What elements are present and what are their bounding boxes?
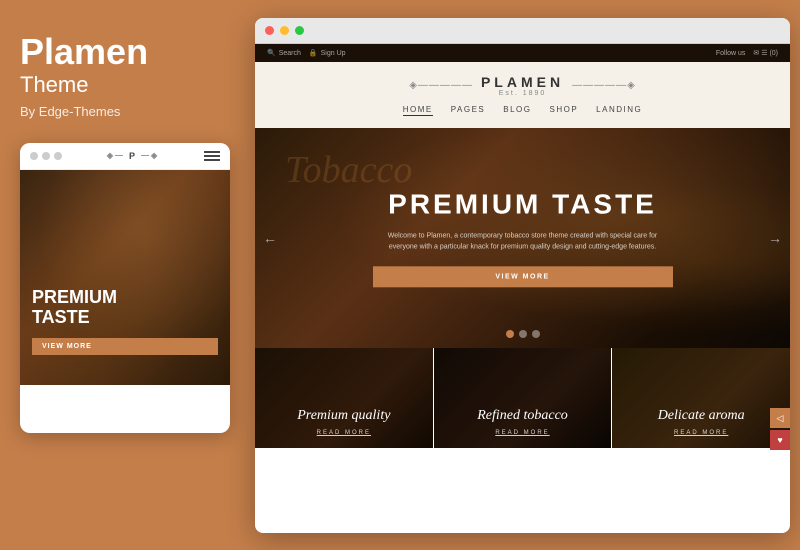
- mobile-preview-card: ◈— P —◈ PREMIUMTASTE VIEW MORE: [20, 143, 230, 433]
- feature-card-1-content: Premium quality READ MORE: [255, 408, 433, 436]
- feature-card-1-title: Premium quality: [255, 408, 433, 424]
- site-logo-deco-right: —————◈: [572, 80, 636, 91]
- nav-item-landing[interactable]: LANDING: [596, 105, 642, 116]
- mobile-logo-deco-right: —◈: [141, 151, 159, 160]
- nav-item-shop[interactable]: SHOP: [549, 105, 578, 116]
- mobile-hero-section: PREMIUMTASTE VIEW MORE: [20, 170, 230, 385]
- mobile-dot-1: [30, 152, 38, 160]
- topbar-search[interactable]: 🔍 Search: [267, 49, 301, 57]
- feature-card-1-link[interactable]: READ MORE: [255, 430, 433, 436]
- side-floating-buttons: ◁ ♥: [770, 408, 790, 450]
- nav-item-blog[interactable]: BLOG: [503, 105, 531, 116]
- mobile-window-dots: [30, 152, 62, 160]
- mobile-hero-content: PREMIUMTASTE VIEW MORE: [32, 288, 218, 355]
- mobile-menu-icon[interactable]: [204, 151, 220, 161]
- mobile-toolbar: ◈— P —◈: [20, 143, 230, 170]
- nav-item-home[interactable]: HOME: [403, 105, 433, 116]
- mobile-dot-2: [42, 152, 50, 160]
- nav-item-pages[interactable]: PAGES: [451, 105, 485, 116]
- browser-close-dot[interactable]: [265, 26, 274, 35]
- feature-card-3-content: Delicate aroma READ MORE: [612, 408, 790, 436]
- feature-card-2-link[interactable]: READ MORE: [434, 430, 612, 436]
- feature-card-3-title: Delicate aroma: [612, 408, 790, 424]
- feature-card-2: Refined tobacco READ MORE: [434, 348, 613, 448]
- feature-card-2-content: Refined tobacco READ MORE: [434, 408, 612, 436]
- site-navigation: HOME PAGES BLOG SHOP LANDING: [403, 105, 642, 116]
- browser-preview: 🔍 Search 🔒 Sign Up Follow us ✉ ☰ (0) ◈——…: [255, 18, 790, 533]
- side-button-orange[interactable]: ◁: [770, 408, 790, 428]
- hero-dot-1[interactable]: [506, 330, 514, 338]
- hero-dot-3[interactable]: [532, 330, 540, 338]
- site-logo-text: PLAMEN Est. 1890: [481, 74, 564, 97]
- site-brand-name: PLAMEN: [481, 74, 564, 90]
- hero-view-more-button[interactable]: VIEW MORE: [373, 267, 673, 288]
- feature-card-3-link[interactable]: READ MORE: [612, 430, 790, 436]
- hero-description: Welcome to Plamen, a contemporary tobacc…: [373, 230, 673, 252]
- feature-card-3: Delicate aroma READ MORE: [612, 348, 790, 448]
- hero-title: PREMIUM TASTE: [373, 188, 673, 220]
- topbar-left: 🔍 Search 🔒 Sign Up: [267, 49, 346, 57]
- mobile-dot-3: [54, 152, 62, 160]
- browser-maximize-dot[interactable]: [295, 26, 304, 35]
- mobile-logo: ◈— P —◈: [107, 151, 159, 161]
- feature-card-2-title: Refined tobacco: [434, 408, 612, 424]
- hero-dot-2[interactable]: [519, 330, 527, 338]
- site-est-label: Est. 1890: [481, 90, 564, 97]
- topbar-signup[interactable]: 🔒 Sign Up: [309, 49, 346, 57]
- feature-cards-section: Premium quality READ MORE Refined tobacc…: [255, 348, 790, 448]
- topbar-follow: Follow us: [716, 50, 746, 57]
- hero-slide-dots: [506, 330, 540, 338]
- browser-minimize-dot[interactable]: [280, 26, 289, 35]
- site-hero-section: Tobacco PREMIUM TASTE Welcome to Plamen,…: [255, 128, 790, 348]
- mobile-logo-deco-left: ◈—: [107, 151, 125, 160]
- theme-subtitle: Theme: [20, 72, 228, 98]
- side-button-red[interactable]: ♥: [770, 430, 790, 450]
- topbar-icons: ✉ ☰ (0): [753, 49, 778, 57]
- site-topbar: 🔍 Search 🔒 Sign Up Follow us ✉ ☰ (0): [255, 44, 790, 62]
- site-logo-deco-left: ◈—————: [409, 80, 473, 91]
- mobile-hero-title: PREMIUMTASTE: [32, 288, 218, 328]
- left-panel: Plamen Theme By Edge-Themes ◈— P —◈ PREM…: [0, 0, 248, 550]
- theme-author: By Edge-Themes: [20, 104, 228, 119]
- site-header: ◈————— PLAMEN Est. 1890 —————◈ HOME PAGE…: [255, 62, 790, 128]
- mobile-view-more-button[interactable]: VIEW MORE: [32, 338, 218, 355]
- browser-chrome: [255, 18, 790, 44]
- mobile-logo-text: P: [129, 151, 137, 161]
- site-logo-area: ◈————— PLAMEN Est. 1890 —————◈: [409, 74, 636, 97]
- topbar-right: Follow us ✉ ☰ (0): [716, 49, 778, 57]
- hero-content: PREMIUM TASTE Welcome to Plamen, a conte…: [373, 188, 673, 287]
- theme-title: Plamen: [20, 32, 228, 72]
- feature-card-1: Premium quality READ MORE: [255, 348, 434, 448]
